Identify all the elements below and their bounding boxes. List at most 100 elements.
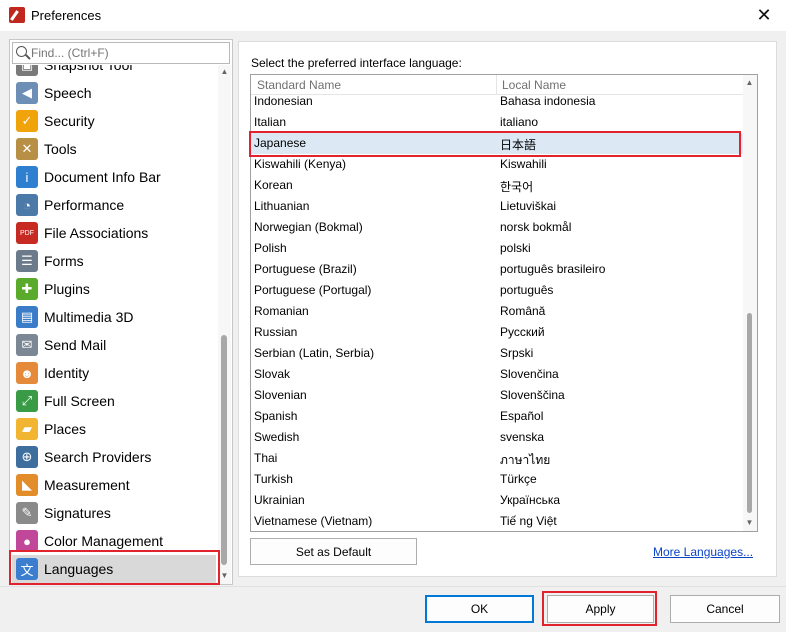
language-row[interactable]: Russian Русский <box>251 322 743 343</box>
sidebar-item-document-info-bar[interactable]: i Document Info Bar <box>12 163 216 191</box>
scroll-down-icon[interactable]: ▼ <box>220 571 229 580</box>
language-row[interactable]: Kiswahili (Kenya) Kiswahili <box>251 154 743 175</box>
language-row[interactable]: Serbian (Latin, Serbia) Srpski <box>251 343 743 364</box>
standard-name-cell: Romanian <box>254 304 309 318</box>
standard-name-cell: Polish <box>254 241 287 255</box>
language-row[interactable]: Korean 한국어 <box>251 175 743 196</box>
language-row[interactable]: Turkish Türkçe <box>251 469 743 490</box>
column-header-local-name[interactable]: Local Name <box>502 78 566 92</box>
ok-button[interactable]: OK <box>425 595 534 623</box>
sidebar-item-snapshot-tool[interactable]: ▣ Snapshot Tool <box>12 65 216 79</box>
local-name-cell: Українська <box>500 493 561 507</box>
language-row[interactable]: Polish polski <box>251 238 743 259</box>
sidebar-item-forms[interactable]: ☰ Forms <box>12 247 216 275</box>
search-icon <box>16 46 27 57</box>
standard-name-cell: Thai <box>254 451 278 465</box>
sidebar-item-places[interactable]: ▰ Places <box>12 415 216 443</box>
standard-name-cell: Slovak <box>254 367 291 381</box>
info-icon: i <box>16 166 38 188</box>
sidebar-item-label: Forms <box>44 253 84 269</box>
sidebar-item-full-screen[interactable]: ⤢ Full Screen <box>12 387 216 415</box>
sidebar-item-security[interactable]: ✓ Security <box>12 107 216 135</box>
category-scrollbar[interactable]: ▲ ▼ <box>218 65 231 584</box>
sidebar-item-label: Tools <box>44 141 77 157</box>
local-name-cell: Русский <box>500 325 545 339</box>
search-box[interactable] <box>12 42 230 64</box>
puzzle-icon: ✚ <box>16 278 38 300</box>
scroll-up-icon[interactable]: ▲ <box>745 78 754 87</box>
scrollbar-thumb[interactable] <box>221 335 227 565</box>
scrollbar-thumb[interactable] <box>747 313 752 513</box>
sidebar-item-label: Places <box>44 421 87 437</box>
sidebar-item-file-associations[interactable]: PDF File Associations <box>12 219 216 247</box>
local-name-cell: Bahasa indonesia <box>500 94 596 108</box>
local-name-cell: português brasileiro <box>500 262 606 276</box>
sidebar-item-label: Color Management <box>44 533 164 549</box>
language-row[interactable]: Ukrainian Українська <box>251 490 743 511</box>
column-header-standard-name[interactable]: Standard Name <box>257 78 341 92</box>
category-list: ▣ Snapshot Tool ◀ Speech ✓ Security ✕ Toolsi Doc… <box>12 65 216 584</box>
language-row[interactable]: Vietnamese (Vietnam) Tiế ng Việt <box>251 511 743 531</box>
sidebar-item-label: File Associations <box>44 225 149 241</box>
mail-icon: ✉ <box>16 334 38 356</box>
sidebar-item-search-providers[interactable]: ⊕ Search Providers <box>12 443 216 471</box>
gauge-icon: ◔ <box>16 194 38 216</box>
local-name-cell: italiano <box>500 115 539 129</box>
sidebar-item-send-mail[interactable]: ✉ Send Mail <box>12 331 216 359</box>
standard-name-cell: Slovenian <box>254 388 307 402</box>
local-name-cell: Română <box>500 304 546 318</box>
set-as-default-button[interactable]: Set as Default <box>250 538 417 565</box>
scroll-down-icon[interactable]: ▼ <box>745 518 754 527</box>
standard-name-cell: Ukrainian <box>254 493 305 507</box>
standard-name-cell: Russian <box>254 325 298 339</box>
languages-highlight <box>9 550 220 585</box>
title-bar: Preferences ✕ <box>0 0 786 31</box>
language-scrollbar[interactable]: ▲ ▼ <box>743 75 757 531</box>
standard-name-cell: Portuguese (Brazil) <box>254 262 357 276</box>
sidebar-item-tools[interactable]: ✕ Tools <box>12 135 216 163</box>
sidebar-item-label: Performance <box>44 197 125 213</box>
sidebar-item-label: Send Mail <box>44 337 107 353</box>
sidebar-item-performance[interactable]: ◔ Performance <box>12 191 216 219</box>
color-wheel-icon: ● <box>16 530 38 552</box>
snapshot-icon: ▣ <box>16 65 38 76</box>
language-row[interactable]: Italian italiano <box>251 112 743 133</box>
language-row[interactable]: Thai ภาษาไทย <box>251 448 743 469</box>
scroll-up-icon[interactable]: ▲ <box>220 67 229 76</box>
sidebar-item-speech[interactable]: ◀ Speech <box>12 79 216 107</box>
speaker-icon: ◀ <box>16 82 38 104</box>
language-row[interactable]: Portuguese (Portugal) português <box>251 280 743 301</box>
local-name-cell: Tiế ng Việt <box>500 514 557 528</box>
language-row[interactable]: Slovenian Slovenščina <box>251 385 743 406</box>
language-row[interactable]: Lithuanian Lietuviškai <box>251 196 743 217</box>
cancel-button[interactable]: Cancel <box>670 595 780 623</box>
local-name-cell: polski <box>500 241 531 255</box>
standard-name-cell: Italian <box>254 115 287 129</box>
sidebar-item-measurement[interactable]: ◣ Measurement <box>12 471 216 499</box>
globe-icon: ⊕ <box>16 446 38 468</box>
standard-name-cell: Serbian (Latin, Serbia) <box>254 346 375 360</box>
language-row[interactable]: Portuguese (Brazil) português brasileiro <box>251 259 743 280</box>
more-languages-link[interactable]: More Languages... <box>653 545 753 559</box>
language-row[interactable]: Indonesian Bahasa indonesia <box>251 91 743 112</box>
sidebar-item-label: Snapshot Tool <box>44 65 133 73</box>
sidebar-item-signatures[interactable]: ✎ Signatures <box>12 499 216 527</box>
close-button[interactable]: ✕ <box>742 0 786 31</box>
sidebar-item-label: Identity <box>44 365 90 381</box>
sidebar-item-plugins[interactable]: ✚ Plugins <box>12 275 216 303</box>
local-name-cell: norsk bokmål <box>500 220 572 234</box>
language-row[interactable]: Norwegian (Bokmal) norsk bokmål <box>251 217 743 238</box>
sidebar-item-identity[interactable]: ☻ Identity <box>12 359 216 387</box>
local-name-cell: Español <box>500 409 544 423</box>
footer-divider <box>0 586 786 587</box>
local-name-cell: Srpski <box>500 346 534 360</box>
sidebar-item-multimedia-3d[interactable]: ▤ Multimedia 3D <box>12 303 216 331</box>
language-row[interactable]: Swedish svenska <box>251 427 743 448</box>
film-icon: ▤ <box>16 306 38 328</box>
language-row[interactable]: Spanish Español <box>251 406 743 427</box>
language-row[interactable]: Slovak Slovenčina <box>251 364 743 385</box>
search-input[interactable] <box>31 45 227 61</box>
sidebar-item-label: Security <box>44 113 95 129</box>
language-row[interactable]: Romanian Română <box>251 301 743 322</box>
form-icon: ☰ <box>16 250 38 272</box>
